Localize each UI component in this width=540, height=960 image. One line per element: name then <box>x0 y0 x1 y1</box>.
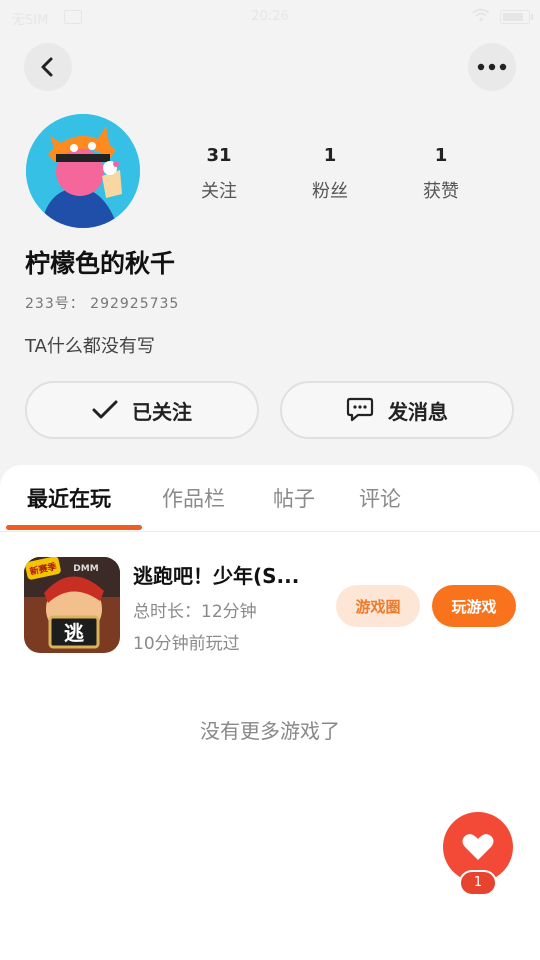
profile-id[interactable]: 233号： 292925735 <box>25 293 179 313</box>
stat-following[interactable]: 31 关注 <box>179 144 259 204</box>
game-duration: 总时长：12分钟 <box>133 602 257 622</box>
active-tab-indicator <box>6 525 142 530</box>
more-dots-icon <box>477 63 507 71</box>
game-icon-char: 逃 <box>64 621 85 645</box>
send-message-button[interactable]: 发消息 <box>280 381 514 439</box>
profile-bio: TA什么都没有写 <box>25 336 155 357</box>
followed-label: 已关注 <box>132 399 192 424</box>
battery-icon <box>500 10 533 24</box>
chevron-left-icon <box>41 57 53 77</box>
clock: 20:26 <box>251 9 289 24</box>
likes-count: 1 <box>434 145 448 166</box>
tab-bar: 最近在玩 作品栏 帖子 评论 <box>0 465 540 532</box>
tab-works[interactable]: 作品栏 <box>162 483 225 513</box>
fans-count: 1 <box>323 145 337 166</box>
chat-bubble-icon <box>346 397 374 422</box>
tab-recently-played[interactable]: 最近在玩 <box>27 483 111 513</box>
play-game-button[interactable]: 玩游戏 <box>432 585 516 627</box>
game-circle-button[interactable]: 游戏圈 <box>336 585 420 627</box>
tab-comments[interactable]: 评论 <box>359 483 401 513</box>
following-count: 31 <box>206 145 232 166</box>
fans-label: 粉丝 <box>312 181 348 202</box>
heart-icon <box>462 834 494 860</box>
like-count-badge: 1 <box>459 870 497 896</box>
back-button[interactable] <box>24 43 72 91</box>
stat-fans[interactable]: 1 粉丝 <box>290 144 370 204</box>
following-label: 关注 <box>201 181 237 202</box>
avatar[interactable] <box>26 114 140 228</box>
tab-posts[interactable]: 帖子 <box>273 483 315 513</box>
game-title: 逃跑吧！少年(S... <box>133 564 300 588</box>
game-icon: 逃 新赛季 DMM <box>24 557 120 653</box>
stat-likes[interactable]: 1 获赞 <box>401 144 481 204</box>
game-last-played: 10分钟前玩过 <box>133 634 240 654</box>
avatar-illustration <box>26 114 140 228</box>
profile-nickname: 柠檬色的秋千 <box>25 249 176 278</box>
more-options-button[interactable] <box>468 43 516 91</box>
no-more-games-note: 没有更多游戏了 <box>200 719 340 743</box>
wifi-icon <box>472 8 490 26</box>
check-icon <box>92 400 118 419</box>
status-bar: 无SIM 20:26 <box>0 0 540 34</box>
send-message-label: 发消息 <box>388 399 448 424</box>
followed-button[interactable]: 已关注 <box>25 381 259 439</box>
likes-label: 获赞 <box>423 181 459 202</box>
game-list-item[interactable]: 逃 新赛季 DMM 逃跑吧！少年(S... 总时长：12分钟 10分钟前玩过 游… <box>0 557 540 657</box>
game-icon-tag: DMM <box>73 564 98 574</box>
